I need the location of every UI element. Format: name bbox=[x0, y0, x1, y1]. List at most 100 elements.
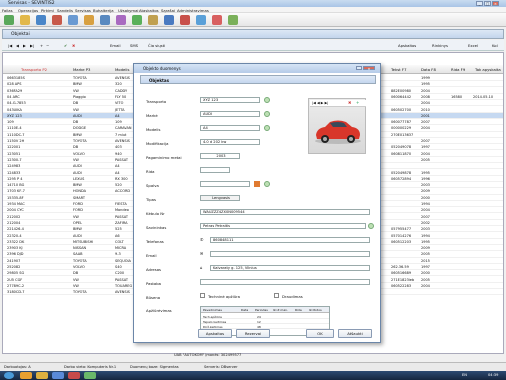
col-header-date[interactable]: Data F8 bbox=[421, 67, 436, 72]
tech-inspection-checkbox[interactable] bbox=[200, 293, 205, 298]
email-button[interactable]: Email bbox=[110, 43, 121, 48]
col-header-text[interactable]: Tekst F7 bbox=[391, 67, 406, 72]
table-cell: ACCORD bbox=[115, 189, 131, 194]
folder-icon[interactable] bbox=[20, 15, 30, 25]
service-cell: Dirž.keitimas bbox=[203, 324, 223, 329]
add-icon[interactable]: + bbox=[40, 43, 43, 48]
address-field[interactable]: Kalvaraty g. 125, Vilnius bbox=[210, 265, 370, 271]
reservations-button[interactable]: Rezervai bbox=[236, 329, 270, 338]
stop-icon[interactable] bbox=[180, 15, 190, 25]
insurance-checkbox[interactable] bbox=[274, 293, 279, 298]
nav-next-icon[interactable]: ▶ bbox=[23, 43, 26, 48]
menu-item-pirkimai[interactable]: Pirkimi bbox=[41, 8, 54, 13]
box-icon[interactable] bbox=[84, 15, 94, 25]
delete-icon[interactable]: − bbox=[46, 43, 49, 48]
plate-field[interactable]: XYZ 123 bbox=[200, 97, 260, 103]
model-select[interactable]: A4 bbox=[200, 125, 260, 131]
menu-item-sarasai[interactable]: Sąrašai bbox=[161, 8, 175, 13]
taskbar-servisas-icon[interactable] bbox=[84, 372, 96, 379]
photo-delete-icon[interactable]: ✖ bbox=[348, 100, 351, 105]
vin-field[interactable]: WAUZZZ4ZX0N009544 bbox=[200, 209, 370, 215]
start-icon[interactable] bbox=[4, 372, 14, 379]
menu-item-uzsakymai[interactable]: Užsakymai bbox=[118, 8, 138, 13]
plate-lookup-icon[interactable] bbox=[264, 97, 270, 103]
table-cell: 2004 bbox=[421, 283, 430, 288]
tools-icon[interactable] bbox=[148, 15, 158, 25]
color-swatch[interactable] bbox=[254, 181, 260, 187]
col-header-model[interactable]: Modelis bbox=[115, 67, 129, 72]
document-icon[interactable] bbox=[52, 15, 62, 25]
edit-button[interactable]: Kol bbox=[492, 43, 498, 48]
close-icon[interactable]: × bbox=[492, 1, 499, 6]
model-add-icon[interactable] bbox=[264, 125, 270, 131]
ok-button[interactable]: OK bbox=[306, 329, 334, 338]
dialog-close-icon[interactable]: × bbox=[363, 66, 375, 71]
chart-icon[interactable] bbox=[116, 15, 126, 25]
menu-item-failas[interactable]: Failas bbox=[2, 8, 13, 13]
col-header-plate[interactable]: Transporto P2 bbox=[21, 67, 47, 72]
sms-button[interactable]: SMS bbox=[130, 43, 138, 48]
menu-item-ataskaitos[interactable]: Ataskaitos bbox=[139, 8, 159, 13]
owner-field[interactable]: Petras Petraitis bbox=[200, 223, 366, 229]
menu-item-administravimas[interactable]: Administravimas bbox=[177, 8, 209, 13]
taskbar-language[interactable]: EN bbox=[462, 373, 467, 377]
nav-first-icon[interactable]: |◀ bbox=[8, 43, 12, 48]
confirm-icon[interactable]: ✔ bbox=[64, 43, 67, 48]
photo-prev-icon[interactable]: |◀ ◀ ▶ ▶| bbox=[312, 101, 328, 105]
col-header-account[interactable]: Tak apyskaita bbox=[475, 67, 501, 72]
money-icon[interactable] bbox=[132, 15, 142, 25]
nav-last-icon[interactable]: ▶| bbox=[30, 43, 34, 48]
nav-prev-icon[interactable]: ◀ bbox=[16, 43, 19, 48]
apskaitos-button[interactable]: Apskaitos bbox=[398, 43, 416, 48]
cart-icon[interactable] bbox=[68, 15, 78, 25]
col-header-make[interactable]: Marke P3 bbox=[73, 67, 90, 72]
phone-field[interactable]: 860848111 bbox=[210, 237, 370, 243]
modification-field[interactable]: 4.0 d 202 kw bbox=[200, 139, 260, 145]
menu-item-servisas[interactable]: Servisas bbox=[75, 8, 91, 13]
table-cell: 14710 BG bbox=[7, 183, 25, 188]
dialog-maximize-icon[interactable] bbox=[356, 66, 362, 70]
refresh-icon[interactable] bbox=[4, 15, 14, 25]
taskbar-browser-icon[interactable] bbox=[20, 372, 32, 379]
minimize-icon[interactable]: _ bbox=[476, 1, 483, 6]
table-cell: AVENSIS bbox=[115, 76, 130, 80]
year-field[interactable]: 2003 bbox=[200, 153, 240, 159]
color-pick-icon[interactable] bbox=[264, 181, 270, 187]
apply-button[interactable]: Apskaitos bbox=[198, 329, 232, 338]
globe-icon[interactable] bbox=[196, 15, 206, 25]
notes-field[interactable] bbox=[200, 279, 370, 285]
color-field[interactable] bbox=[200, 181, 250, 187]
photo-add-icon[interactable]: + bbox=[356, 100, 359, 105]
make-add-icon[interactable] bbox=[264, 111, 270, 117]
table-cell: TOUAREG bbox=[115, 283, 133, 288]
menu-item-sandelis[interactable]: Sandelis bbox=[57, 8, 73, 13]
table-cell: OPEL bbox=[73, 220, 83, 225]
table-cell: FORD bbox=[73, 208, 83, 213]
cancel-button[interactable]: Atšaukti bbox=[338, 329, 372, 338]
table-cell: BMW bbox=[73, 132, 82, 137]
taskbar-folder-icon[interactable] bbox=[36, 372, 48, 379]
type-field[interactable]: Lengvasis bbox=[200, 195, 240, 201]
menu-item-operacijos[interactable]: Operacijos bbox=[18, 8, 38, 13]
col-header-mileage[interactable]: Rida F9 bbox=[451, 67, 465, 72]
taskbar-media-icon[interactable] bbox=[68, 372, 80, 379]
table-cell: 2000 bbox=[421, 271, 430, 276]
send-button[interactable]: Čia siųsti bbox=[148, 43, 165, 48]
mileage-field[interactable] bbox=[200, 167, 230, 173]
maximize-icon[interactable]: □ bbox=[484, 1, 491, 6]
exit-icon[interactable] bbox=[228, 15, 238, 25]
cancel-icon[interactable]: ✖ bbox=[72, 43, 75, 48]
users-icon[interactable] bbox=[36, 15, 46, 25]
make-select[interactable]: AUDI bbox=[200, 111, 260, 117]
excel-button[interactable]: Excel bbox=[468, 43, 478, 48]
car-icon[interactable] bbox=[164, 15, 174, 25]
email-field[interactable] bbox=[210, 251, 370, 257]
help-icon[interactable] bbox=[212, 15, 222, 25]
label-year: Pagaminimo metai bbox=[146, 155, 182, 160]
owner-lookup-icon[interactable] bbox=[368, 223, 374, 229]
menu-item-buhalterija[interactable]: Buhalterija bbox=[93, 8, 114, 13]
rinkinys-button[interactable]: Rinkinys bbox=[432, 43, 448, 48]
calendar-icon[interactable] bbox=[100, 15, 110, 25]
taskbar-app-icon[interactable] bbox=[52, 372, 64, 379]
table-cell: 3180CD-7 bbox=[7, 290, 25, 295]
